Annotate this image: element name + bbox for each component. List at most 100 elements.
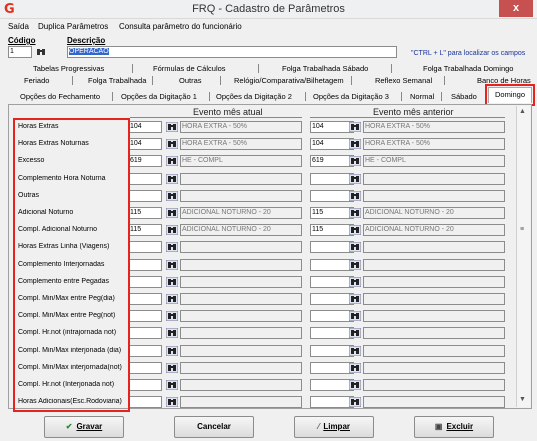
previous-lookup-icon[interactable] [348,327,362,339]
tab-opcoes-digitacao-1[interactable]: Opções da Digitação 1 [121,92,197,101]
current-code-input[interactable] [128,241,162,254]
previous-lookup-icon[interactable] [348,259,362,271]
tab-folga-trabalhada-domingo[interactable]: Folga Trabalhada Domingo [423,64,513,73]
current-lookup-icon[interactable] [165,345,179,357]
current-code-input[interactable] [128,396,162,409]
previous-code-input[interactable] [310,379,354,391]
previous-lookup-icon[interactable] [348,138,362,150]
tab-relogio[interactable]: Relógio/Comparativa/Bilhetagem [234,76,344,85]
current-lookup-icon[interactable] [165,173,179,185]
previous-code-input[interactable] [310,327,354,340]
current-lookup-icon[interactable] [165,241,179,253]
previous-lookup-icon[interactable] [348,190,362,202]
current-code-input[interactable] [128,379,162,391]
menu-duplica-parametros[interactable]: Duplica Parâmetros [38,22,108,31]
current-lookup-icon[interactable] [165,121,179,133]
previous-lookup-icon[interactable] [348,379,362,391]
current-code-input[interactable] [128,172,162,185]
current-code-input[interactable]: 115 [128,224,162,237]
previous-lookup-icon[interactable] [348,345,362,357]
tab-formulas-calculos[interactable]: Fórmulas de Cálculos [153,64,226,73]
gravar-button[interactable]: ✔ Gravar [44,416,124,438]
tab-tabelas-progressivas[interactable]: Tabelas Progressivas [33,64,104,73]
scroll-grip-icon[interactable]: ≡ [520,226,524,233]
previous-lookup-icon[interactable] [348,121,362,133]
col-line-current [130,117,302,118]
previous-lookup-icon[interactable] [348,310,362,322]
tab-outras[interactable]: Outras [179,76,202,85]
current-lookup-icon[interactable] [165,310,179,322]
current-lookup-icon[interactable] [165,379,179,391]
previous-lookup-icon[interactable] [348,396,362,408]
previous-code-input[interactable]: 115 [310,207,354,219]
cancelar-button[interactable]: Cancelar [174,416,254,438]
previous-desc-field [363,361,505,374]
previous-code-input[interactable] [310,172,354,185]
previous-lookup-icon[interactable] [348,276,362,288]
previous-lookup-icon[interactable] [348,155,362,167]
current-code-input[interactable] [128,293,162,305]
vertical-scrollbar[interactable]: ▲ ≡ ▼ [516,106,530,407]
tab-opcoes-digitacao-2[interactable]: Opções da Digitação 2 [216,92,292,101]
current-code-input[interactable]: 104 [128,121,162,133]
tab-folga-trabalhada-sabado[interactable]: Folga Trabalhada Sábado [282,64,368,73]
menu-saida[interactable]: Saída [8,22,29,31]
tab-opcoes-digitacao-3[interactable]: Opções da Digitação 3 [313,92,389,101]
current-lookup-icon[interactable] [165,207,179,219]
limpar-button[interactable]: ⁄ Limpar [294,416,374,438]
previous-code-input[interactable] [310,189,354,202]
tab-folga-trabalhada[interactable]: Folga Trabalhada [88,76,146,85]
current-lookup-icon[interactable] [165,259,179,271]
current-lookup-icon[interactable] [165,190,179,202]
current-lookup-icon[interactable] [165,327,179,339]
previous-code-input[interactable] [310,258,354,271]
current-code-input[interactable]: 115 [128,207,162,219]
current-code-input[interactable] [128,310,162,323]
current-code-input[interactable] [128,189,162,202]
tab-sabado[interactable]: Sábado [451,92,477,101]
current-code-input[interactable]: 104 [128,138,162,151]
tab-opcoes-fechamento[interactable]: Opções do Fechamento [20,92,100,101]
current-code-input[interactable] [128,361,162,374]
current-lookup-icon[interactable] [165,224,179,236]
previous-code-input[interactable] [310,361,354,374]
previous-code-input[interactable] [310,396,354,409]
current-code-input[interactable]: 619 [128,155,162,168]
codigo-lookup-icon[interactable] [36,47,46,57]
previous-code-input[interactable] [310,293,354,305]
scroll-up-icon[interactable]: ▲ [519,108,526,115]
previous-code-input[interactable] [310,241,354,254]
codigo-input[interactable]: 1 [8,46,32,58]
current-lookup-icon[interactable] [165,293,179,305]
menu-consulta-parametro[interactable]: Consulta parâmetro do funcionário [119,22,242,31]
previous-code-input[interactable] [310,344,354,357]
tab-normal[interactable]: Normal [410,92,434,101]
current-lookup-icon[interactable] [165,396,179,408]
current-code-input[interactable] [128,344,162,357]
previous-lookup-icon[interactable] [348,362,362,374]
close-button[interactable]: x [499,0,533,17]
previous-lookup-icon[interactable] [348,241,362,253]
previous-lookup-icon[interactable] [348,173,362,185]
previous-code-input[interactable]: 115 [310,224,354,237]
previous-lookup-icon[interactable] [348,207,362,219]
previous-lookup-icon[interactable] [348,293,362,305]
previous-code-input[interactable]: 104 [310,138,354,151]
previous-code-input[interactable] [310,275,354,288]
previous-code-input[interactable] [310,310,354,323]
current-code-input[interactable] [128,327,162,340]
previous-code-input[interactable]: 104 [310,121,354,133]
current-lookup-icon[interactable] [165,155,179,167]
excluir-button[interactable]: ▣ Excluir [414,416,494,438]
current-lookup-icon[interactable] [165,276,179,288]
tab-feriado[interactable]: Feriado [24,76,49,85]
current-code-input[interactable] [128,275,162,288]
current-code-input[interactable] [128,258,162,271]
current-lookup-icon[interactable] [165,138,179,150]
previous-lookup-icon[interactable] [348,224,362,236]
current-lookup-icon[interactable] [165,362,179,374]
descricao-input[interactable]: OPERACAO [67,46,397,58]
tab-reflexo-semanal[interactable]: Reflexo Semanal [375,76,432,85]
scroll-down-icon[interactable]: ▼ [519,396,526,403]
previous-code-input[interactable]: 619 [310,155,354,168]
